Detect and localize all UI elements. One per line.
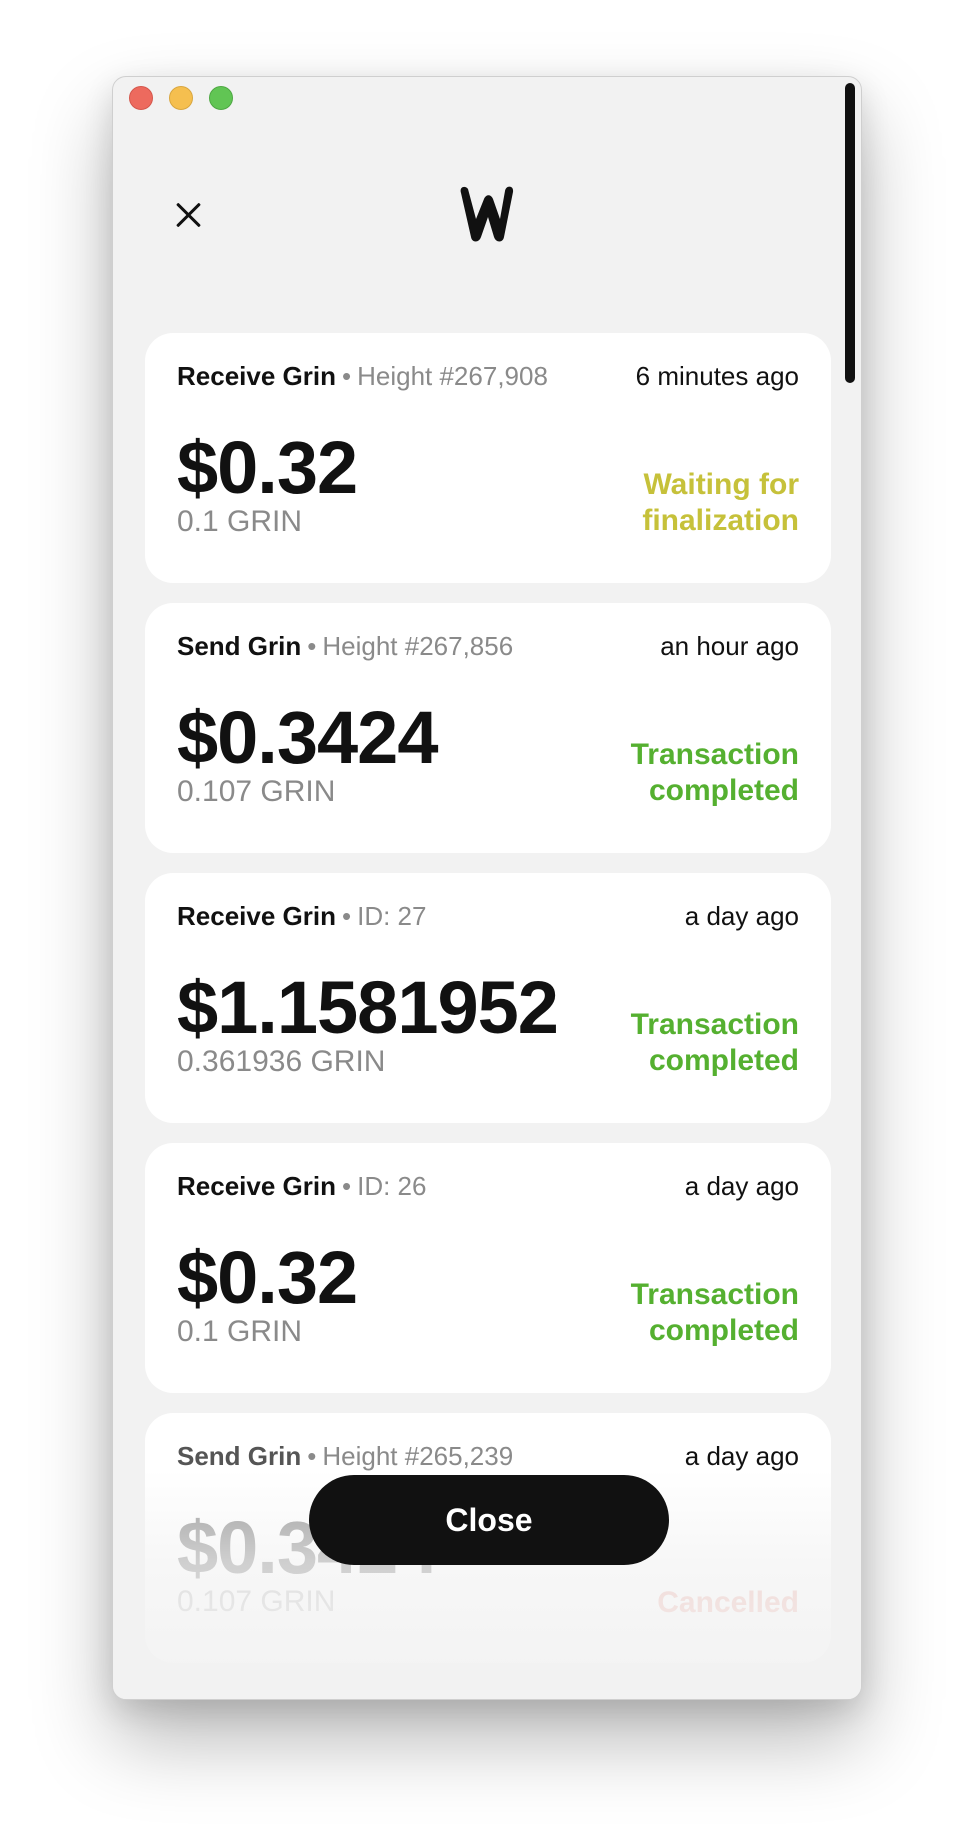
transaction-time: a day ago: [684, 1171, 799, 1201]
window-zoom-button[interactable]: [209, 86, 233, 110]
status-line: Transaction: [630, 738, 799, 771]
status-line: completed: [648, 1044, 799, 1077]
transaction-time: a day ago: [684, 1441, 799, 1471]
separator-dot: •: [307, 1441, 317, 1471]
transaction-reference: ID: 27: [357, 901, 427, 931]
transaction-type: Receive Grin: [177, 361, 336, 391]
transaction-amount: $0.32: [177, 1236, 358, 1319]
scrollbar[interactable]: [845, 83, 855, 383]
transaction-grin-amount: 0.1 GRIN: [177, 505, 303, 538]
transaction-type: Send Grin: [177, 631, 302, 661]
status-line: completed: [648, 1314, 799, 1347]
separator-dot: •: [341, 901, 352, 931]
transaction-grin-amount: 0.1 GRIN: [177, 1315, 303, 1348]
transaction-status: Transaction completed: [569, 1007, 799, 1079]
transaction-status: Transaction completed: [569, 737, 799, 809]
window-controls: [129, 86, 233, 110]
transaction-reference: Height #267,856: [322, 631, 514, 661]
close-icon[interactable]: [173, 199, 205, 231]
status-line: Waiting for: [643, 468, 799, 501]
transaction-header: Send Grin • Height #267,856 an hour ago: [177, 631, 799, 662]
separator-dot: •: [341, 361, 352, 391]
transaction-time: a day ago: [684, 901, 799, 931]
separator-dot: •: [341, 1171, 352, 1201]
transaction-header: Receive Grin • ID: 27 a day ago: [177, 901, 799, 932]
transaction-type: Receive Grin: [177, 901, 336, 931]
transaction-card[interactable]: Receive Grin • ID: 26 a day ago $0.32 0.1 …: [145, 1143, 831, 1393]
transaction-status: Waiting for finalization: [569, 467, 799, 539]
transaction-amount: $0.3424: [177, 696, 438, 779]
transaction-time: 6 minutes ago: [635, 361, 799, 391]
transaction-card[interactable]: Receive Grin • Height #267,908 6 minutes a…: [145, 333, 831, 583]
transaction-amount: $1.1581952: [177, 966, 559, 1049]
transaction-grin-amount: 0.361936 GRIN: [177, 1045, 386, 1078]
status-line: finalization: [642, 504, 799, 537]
separator-dot: •: [307, 631, 317, 661]
transaction-status: Transaction completed: [569, 1277, 799, 1349]
transaction-card[interactable]: Send Grin • Height #267,856 an hour ago $0…: [145, 603, 831, 853]
transaction-header: Receive Grin • Height #267,908 6 minutes a…: [177, 361, 799, 392]
transaction-reference: Height #267,908: [357, 361, 548, 391]
status-line: Cancelled: [657, 1586, 799, 1619]
transaction-time: an hour ago: [660, 631, 799, 661]
transaction-type: Receive Grin: [177, 1171, 336, 1201]
transaction-reference: Height #265,239: [322, 1441, 514, 1471]
window-close-button[interactable]: [129, 86, 153, 110]
status-line: completed: [648, 774, 799, 807]
transaction-status: Cancelled: [569, 1585, 799, 1621]
window-minimize-button[interactable]: [169, 86, 193, 110]
transaction-header: Receive Grin • ID: 26 a day ago: [177, 1171, 799, 1202]
transaction-card[interactable]: Receive Grin • ID: 27 a day ago $1.1581952…: [145, 873, 831, 1123]
close-button[interactable]: Close: [309, 1475, 669, 1565]
transaction-amount: $0.32: [177, 426, 358, 509]
app-window: Receive Grin • Height #267,908 6 minutes a…: [112, 76, 862, 1700]
transaction-header: Send Grin • Height #265,239 a day ago: [177, 1441, 799, 1472]
transaction-grin-amount: 0.107 GRIN: [177, 1585, 336, 1618]
status-line: Transaction: [630, 1278, 799, 1311]
w-logo: [460, 186, 514, 242]
transaction-type: Send Grin: [177, 1441, 302, 1471]
transaction-reference: ID: 26: [357, 1171, 427, 1201]
status-line: Transaction: [630, 1008, 799, 1041]
transaction-grin-amount: 0.107 GRIN: [177, 775, 336, 808]
